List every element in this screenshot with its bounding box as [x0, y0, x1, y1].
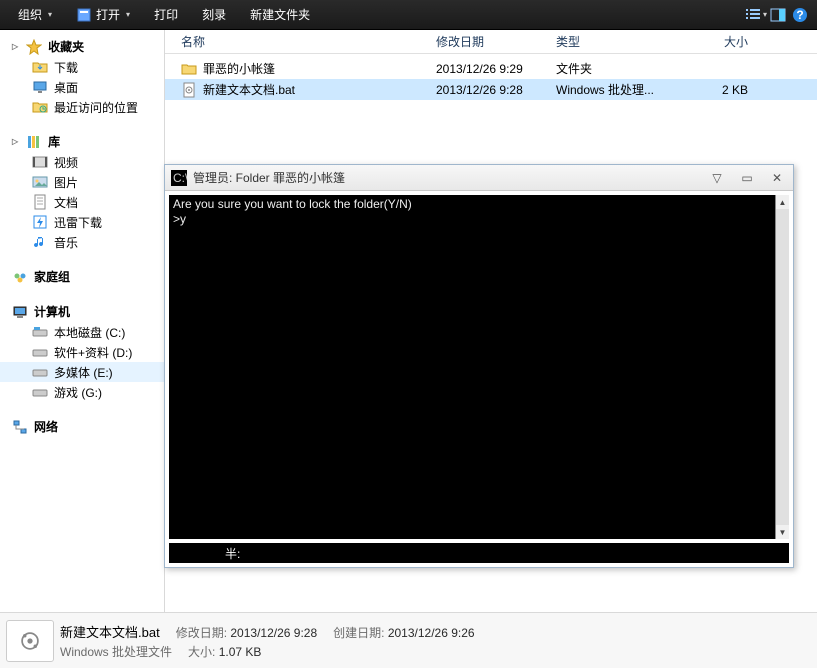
file-date: 2013/12/26 9:29 [436, 62, 556, 76]
sidebar-item-desktop[interactable]: 桌面 [0, 77, 164, 97]
svg-text:?: ? [796, 8, 803, 22]
folder-icon [181, 61, 197, 77]
details-size-label: 大小: [188, 645, 215, 659]
recent-icon [32, 99, 48, 115]
sidebar-network[interactable]: 网络 [0, 416, 164, 437]
cmd-body[interactable]: Are you sure you want to lock the folder… [169, 195, 789, 539]
col-name[interactable]: 名称 [181, 33, 436, 50]
sidebar-item-pictures[interactable]: 图片 [0, 172, 164, 192]
sidebar-item-music[interactable]: 音乐 [0, 232, 164, 252]
toolbar-open[interactable]: 打开 [64, 1, 142, 29]
toolbar-organize[interactable]: 组织 [6, 1, 64, 29]
thunder-icon [32, 214, 48, 230]
sidebar-item-thunder[interactable]: 迅雷下载 [0, 212, 164, 232]
details-mod-label: 修改日期: [176, 626, 227, 640]
network-icon [12, 419, 28, 435]
desktop-icon [32, 79, 48, 95]
sidebar-item-drive-c[interactable]: 本地磁盘 (C:) [0, 322, 164, 342]
col-date[interactable]: 修改日期 [436, 33, 556, 50]
file-type: 文件夹 [556, 60, 676, 77]
details-filename: 新建文本文档.bat [60, 622, 160, 641]
toolbar-burn[interactable]: 刻录 [190, 1, 238, 29]
star-icon [26, 39, 42, 55]
cmd-window[interactable]: C:\ 管理员: Folder 罪恶的小帐篷 ▽ ▭ ✕ Are you sur… [164, 164, 794, 568]
sidebar-item-drive-g[interactable]: 游戏 (G:) [0, 382, 164, 402]
file-row[interactable]: 新建文本文档.bat 2013/12/26 9:28 Windows 批处理..… [165, 79, 817, 100]
scroll-down-icon[interactable]: ▼ [776, 525, 789, 539]
cmd-scrollbar[interactable]: ▲ ▼ [775, 195, 789, 539]
scroll-track[interactable] [776, 209, 789, 525]
open-app-icon [76, 7, 92, 23]
collapse-icon: ▷ [12, 42, 18, 51]
sidebar-item-drive-e[interactable]: 多媒体 (E:) [0, 362, 164, 382]
details-filetype: Windows 批处理文件 [60, 643, 172, 660]
libraries-icon [26, 134, 42, 150]
cmd-titlebar[interactable]: C:\ 管理员: Folder 罪恶的小帐篷 ▽ ▭ ✕ [165, 165, 793, 191]
toolbar-print[interactable]: 打印 [142, 1, 190, 29]
preview-pane-icon[interactable] [767, 1, 789, 29]
documents-icon [32, 194, 48, 210]
file-size: 2 KB [676, 83, 756, 97]
toolbar-newfolder[interactable]: 新建文件夹 [238, 1, 322, 29]
file-row[interactable]: 罪恶的小帐篷 2013/12/26 9:29 文件夹 [165, 58, 817, 79]
col-type[interactable]: 类型 [556, 33, 676, 50]
file-name: 新建文本文档.bat [203, 81, 295, 98]
sidebar-libraries[interactable]: ▷库 [0, 131, 164, 152]
details-mod-value: 2013/12/26 9:28 [230, 626, 317, 640]
view-mode-icon[interactable] [745, 1, 767, 29]
sidebar-item-recent[interactable]: 最近访问的位置 [0, 97, 164, 117]
details-create-value: 2013/12/26 9:26 [388, 626, 475, 640]
toolbar: 组织 打开 打印 刻录 新建文件夹 ? [0, 0, 817, 30]
homegroup-icon [12, 269, 28, 285]
column-headers: 名称 修改日期 类型 大小 [165, 30, 817, 54]
file-type: Windows 批处理... [556, 81, 676, 98]
details-size-value: 1.07 KB [219, 645, 262, 659]
col-size[interactable]: 大小 [676, 33, 756, 50]
sidebar-item-documents[interactable]: 文档 [0, 192, 164, 212]
details-pane: 新建文本文档.bat 修改日期: 2013/12/26 9:28 创建日期: 2… [0, 612, 817, 668]
sidebar-homegroup[interactable]: 家庭组 [0, 266, 164, 287]
disk-icon [32, 384, 48, 400]
details-create-label: 创建日期: [333, 626, 384, 640]
sidebar-computer[interactable]: 计算机 [0, 301, 164, 322]
file-name: 罪恶的小帐篷 [203, 60, 275, 77]
pictures-icon [32, 174, 48, 190]
file-date: 2013/12/26 9:28 [436, 83, 556, 97]
close-button[interactable]: ✕ [765, 169, 789, 187]
bat-file-icon [181, 82, 197, 98]
disk-icon [32, 364, 48, 380]
sidebar-item-videos[interactable]: 视频 [0, 152, 164, 172]
sidebar-favorites[interactable]: ▷收藏夹 [0, 36, 164, 57]
disk-icon [32, 324, 48, 340]
video-icon [32, 154, 48, 170]
computer-icon [12, 304, 28, 320]
disk-icon [32, 344, 48, 360]
cmd-icon: C:\ [171, 170, 187, 186]
sidebar-item-downloads[interactable]: 下载 [0, 57, 164, 77]
help-icon[interactable]: ? [789, 1, 811, 29]
cmd-output: Are you sure you want to lock the folder… [173, 197, 775, 537]
sidebar-item-drive-d[interactable]: 软件+资料 (D:) [0, 342, 164, 362]
minimize-button[interactable]: ▽ [705, 169, 729, 187]
nav-sidebar: ▷收藏夹 下载 桌面 最近访问的位置 ▷库 视频 图片 文档 迅雷下载 音乐 家… [0, 30, 165, 612]
collapse-icon: ▷ [12, 137, 18, 146]
cmd-ime-status: 半: [169, 543, 789, 563]
folder-icon [32, 59, 48, 75]
scroll-up-icon[interactable]: ▲ [776, 195, 789, 209]
cmd-title-text: 管理员: Folder 罪恶的小帐篷 [193, 169, 699, 186]
music-icon [32, 234, 48, 250]
maximize-button[interactable]: ▭ [735, 169, 759, 187]
file-thumbnail [6, 620, 54, 662]
svg-text:C:\: C:\ [173, 171, 187, 185]
